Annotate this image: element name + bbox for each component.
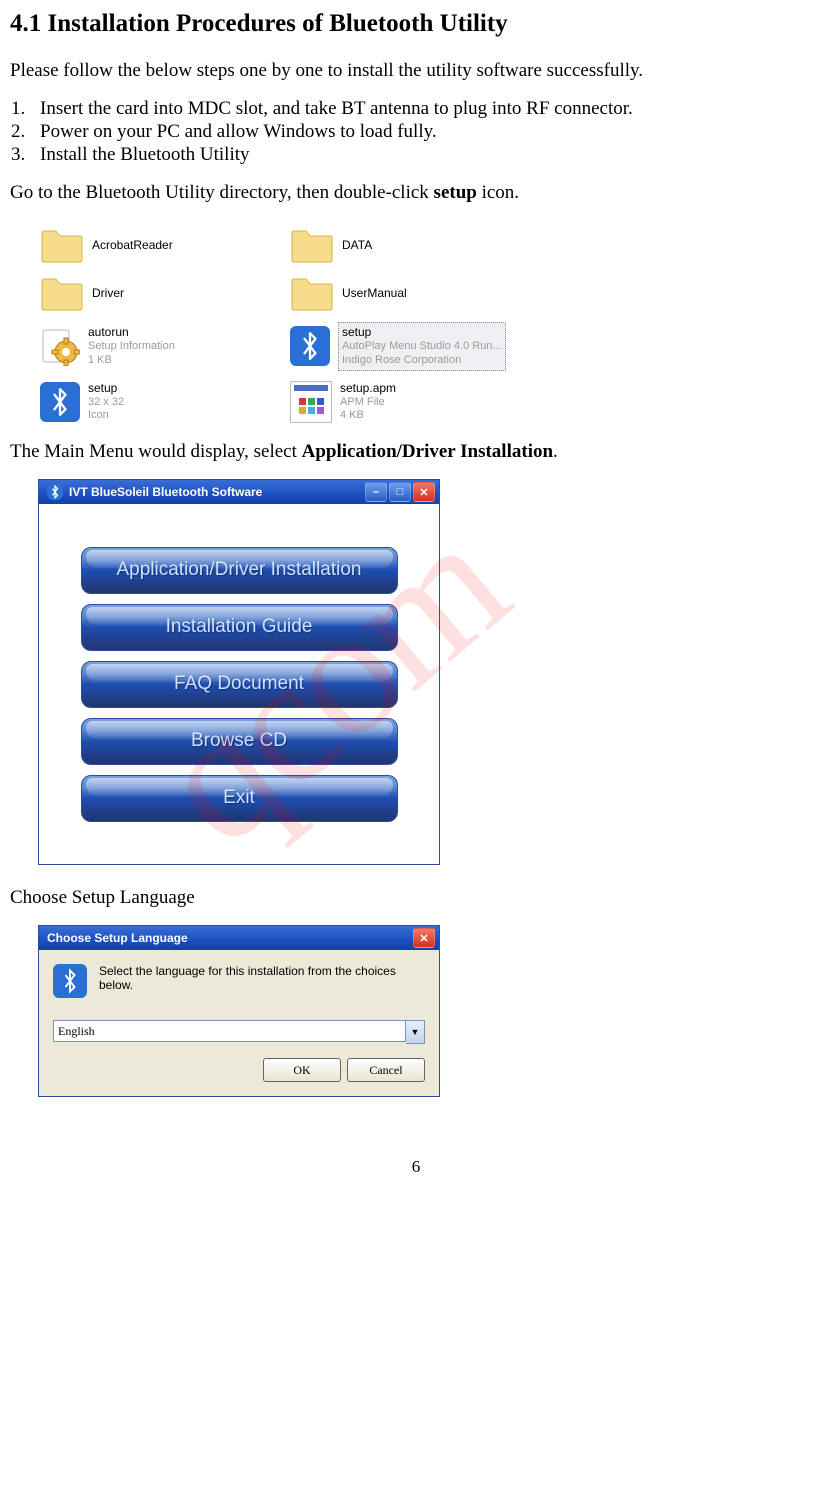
folder-label: DATA xyxy=(342,238,372,253)
exit-button[interactable]: Exit xyxy=(81,775,398,822)
file-company: Indigo Rose Corporation xyxy=(342,354,502,368)
step-2: Power on your PC and allow Windows to lo… xyxy=(30,121,822,143)
file-size: 1 KB xyxy=(88,354,175,368)
folder-icon xyxy=(290,274,334,312)
gear-icon xyxy=(40,326,80,366)
minimize-button[interactable]: – xyxy=(365,482,387,502)
main-menu-instruction: The Main Menu would display, select Appl… xyxy=(10,441,822,463)
bluetooth-icon xyxy=(290,326,330,366)
browse-cd-button[interactable]: Browse CD xyxy=(81,718,398,765)
file-name: setup.apm xyxy=(340,381,396,396)
faq-document-button[interactable]: FAQ Document xyxy=(81,661,398,708)
app-driver-install-button[interactable]: Application/Driver Installation xyxy=(81,547,398,594)
language-input[interactable] xyxy=(53,1020,406,1042)
folder-driver[interactable]: Driver xyxy=(40,274,290,312)
language-select[interactable]: ▼ xyxy=(53,1020,425,1044)
file-autorun[interactable]: autorun Setup Information 1 KB xyxy=(40,322,290,371)
bluetooth-icon xyxy=(47,484,63,500)
step-1: Insert the card into MDC slot, and take … xyxy=(30,98,822,120)
language-dialog: Choose Setup Language ✕ Select the langu… xyxy=(38,925,440,1097)
bluetooth-icon xyxy=(53,964,87,998)
language-prompt: Select the language for this installatio… xyxy=(99,964,425,998)
cancel-button[interactable]: Cancel xyxy=(347,1058,425,1082)
install-steps-list: Insert the card into MDC slot, and take … xyxy=(10,98,822,166)
close-button[interactable]: ✕ xyxy=(413,928,435,948)
close-button[interactable]: ✕ xyxy=(413,482,435,502)
folder-label: Driver xyxy=(92,286,124,301)
go-to-directory: Go to the Bluetooth Utility directory, t… xyxy=(10,182,822,204)
file-setup-apm[interactable]: setup.apm APM File 4 KB xyxy=(290,381,610,424)
file-setup-icon[interactable]: setup 32 x 32 Icon xyxy=(40,381,290,424)
folder-acrobatreader[interactable]: AcrobatReader xyxy=(40,226,290,264)
file-setup-exe[interactable]: setup AutoPlay Menu Studio 4.0 Run... In… xyxy=(290,322,610,371)
file-size: 4 KB xyxy=(340,409,396,423)
folder-icon xyxy=(40,226,84,264)
file-desc: Setup Information xyxy=(88,340,175,354)
file-desc: APM File xyxy=(340,396,396,410)
folder-label: UserManual xyxy=(342,286,407,301)
folder-usermanual[interactable]: UserManual xyxy=(290,274,610,312)
file-desc: AutoPlay Menu Studio 4.0 Run... xyxy=(342,340,502,354)
apm-icon xyxy=(290,381,332,423)
language-dialog-title: Choose Setup Language xyxy=(47,931,188,945)
file-browser: AcrobatReader DATA Driver UserManual aut… xyxy=(10,220,822,423)
installer-titlebar: IVT BlueSoleil Bluetooth Software – □ ✕ xyxy=(39,480,439,504)
bluetooth-icon xyxy=(40,382,80,422)
file-name: autorun xyxy=(88,325,175,340)
folder-data[interactable]: DATA xyxy=(290,226,610,264)
folder-icon xyxy=(40,274,84,312)
heading: 4.1 Installation Procedures of Bluetooth… xyxy=(10,10,822,38)
ok-button[interactable]: OK xyxy=(263,1058,341,1082)
installation-guide-button[interactable]: Installation Guide xyxy=(81,604,398,651)
intro-paragraph: Please follow the below steps one by one… xyxy=(10,60,822,82)
file-name: setup xyxy=(88,381,124,396)
installer-window: IVT BlueSoleil Bluetooth Software – □ ✕ … xyxy=(38,479,440,865)
folder-label: AcrobatReader xyxy=(92,238,173,253)
dropdown-arrow-icon[interactable]: ▼ xyxy=(406,1020,425,1044)
step-3: Install the Bluetooth Utility xyxy=(30,144,822,166)
file-name: setup xyxy=(342,325,502,340)
page-number: 6 xyxy=(10,1157,822,1177)
file-desc: 32 x 32 xyxy=(88,396,124,410)
installer-title: IVT BlueSoleil Bluetooth Software xyxy=(69,485,262,499)
folder-icon xyxy=(290,226,334,264)
file-type: Icon xyxy=(88,409,124,423)
language-dialog-titlebar: Choose Setup Language ✕ xyxy=(39,926,439,950)
choose-setup-language-label: Choose Setup Language xyxy=(10,887,822,909)
maximize-button[interactable]: □ xyxy=(389,482,411,502)
